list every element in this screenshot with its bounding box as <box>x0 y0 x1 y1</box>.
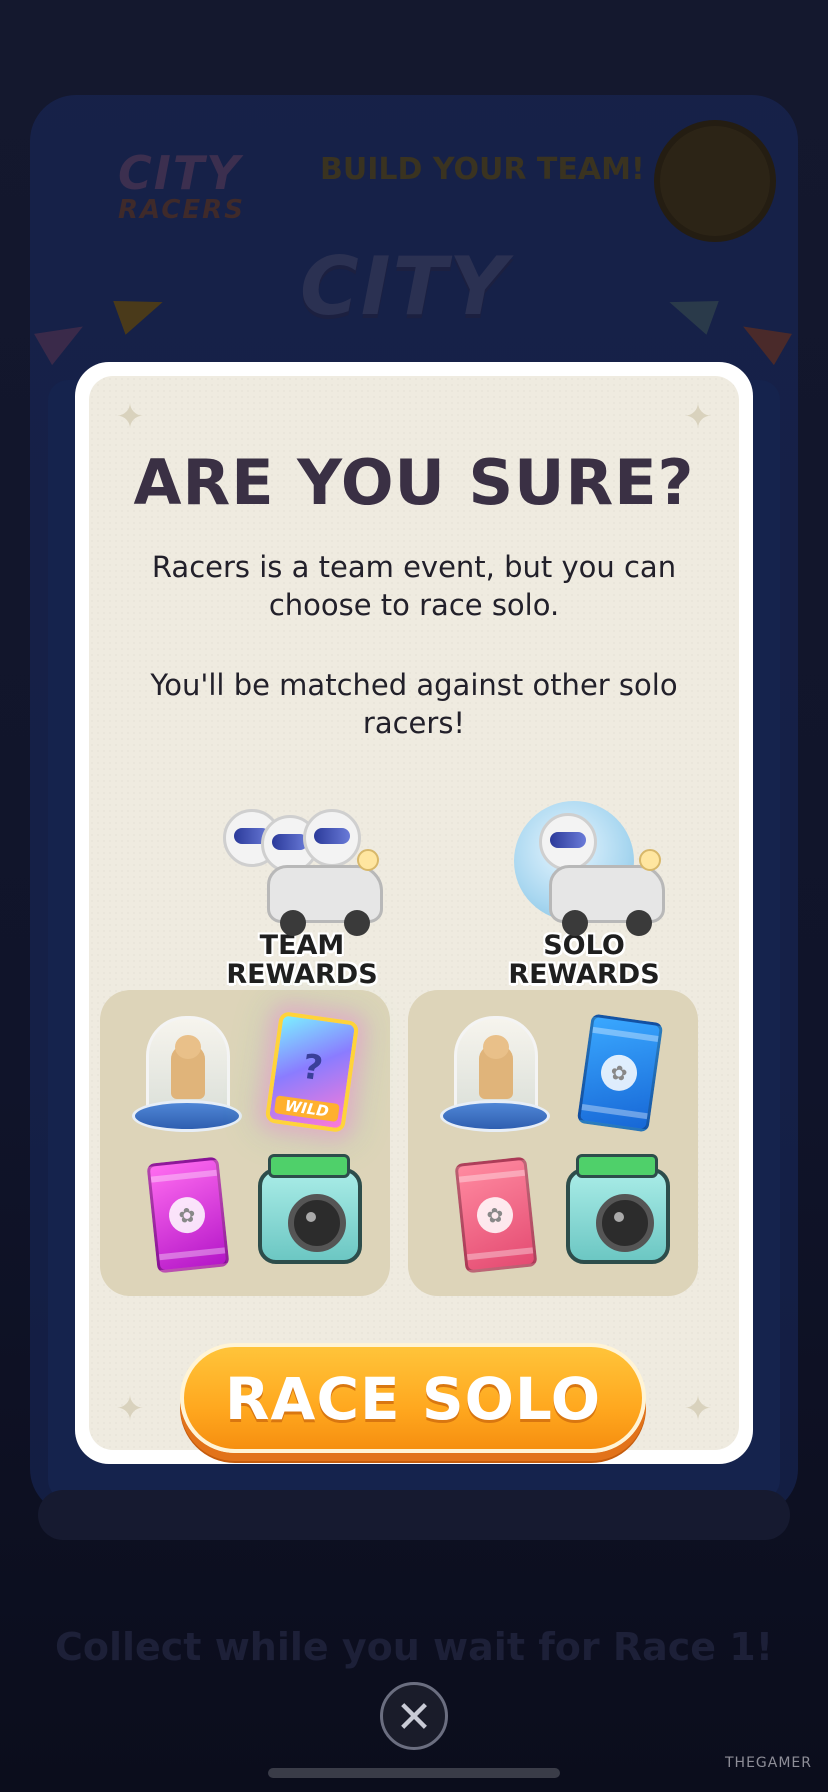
solo-rewards-label: SOLO REWARDS <box>508 930 660 990</box>
sticker-pack-blue-icon: ✿ <box>560 1012 670 1133</box>
confirm-dialog: ✦ ✦ ✦ ✦ ARE YOU SURE? Racers is a team e… <box>75 362 753 1464</box>
watermark: THEGAMER <box>724 1755 812 1771</box>
tire-jar-icon <box>560 1154 670 1274</box>
event-logo-line2: RACERS <box>118 195 245 225</box>
team-rewards-box: ? WILD ✿ <box>100 990 390 1296</box>
sticker-pack-purple-icon: ✿ <box>128 1154 238 1274</box>
event-logo-line1: CITY <box>118 146 242 200</box>
collect-text: Collect while you wait for Race 1! <box>54 1625 774 1669</box>
tire-jar-icon <box>252 1154 362 1274</box>
team-racers-icon <box>217 801 387 936</box>
sparkle-icon: ✦ <box>115 397 145 437</box>
wild-card-icon: ? WILD <box>252 1010 362 1134</box>
race-solo-button-label: RACE SOLO <box>224 1365 602 1433</box>
dialog-message-solo: You'll be matched against other solo rac… <box>150 668 678 740</box>
close-button[interactable]: ✕ <box>380 1682 448 1750</box>
dialog-title: ARE YOU SURE? <box>133 446 695 519</box>
solo-rewards-header: SOLO REWARDS <box>459 801 709 989</box>
build-team-label: BUILD YOUR TEAM! <box>320 152 645 187</box>
solo-rewards-box: ✿ ✿ <box>408 990 698 1296</box>
team-rewards-header: TEAM REWARDS <box>177 801 427 989</box>
background-bottom-bar <box>38 1490 790 1540</box>
sparkle-icon: ✦ <box>683 1389 713 1429</box>
team-rewards-label: TEAM REWARDS <box>226 930 378 990</box>
home-indicator <box>268 1768 560 1778</box>
wild-card-label: WILD <box>273 1095 340 1123</box>
event-logo: CITY RACERS <box>118 150 245 224</box>
sparkle-icon: ✦ <box>683 397 713 437</box>
coin-icon <box>654 120 776 242</box>
trophy-dome-icon <box>128 1012 242 1132</box>
race-solo-button[interactable]: RACE SOLO <box>180 1343 646 1453</box>
close-icon: ✕ <box>395 1692 433 1743</box>
trophy-dome-icon <box>436 1012 550 1132</box>
big-event-logo: CITY <box>300 240 509 333</box>
sticker-pack-pink-icon: ✿ <box>436 1154 546 1274</box>
sparkle-icon: ✦ <box>115 1389 145 1429</box>
dialog-message-team: Racers is a team event, but you can choo… <box>151 550 677 622</box>
solo-racer-icon <box>499 801 669 936</box>
